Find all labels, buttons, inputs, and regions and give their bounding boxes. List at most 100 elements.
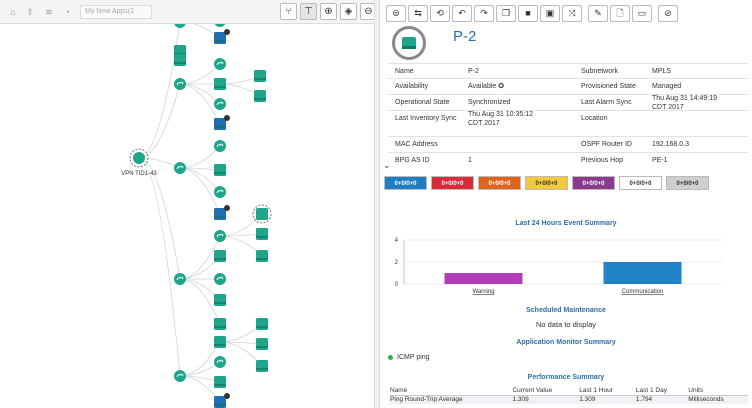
table-cell: 1.309 (579, 395, 636, 404)
shuffle-icon[interactable]: ⤨ (562, 5, 582, 22)
router-node-icon[interactable] (256, 318, 268, 330)
topology-canvas[interactable]: VPN TID1-43 (0, 24, 374, 408)
zoom-in-icon[interactable]: ⊕ (320, 3, 337, 20)
property-label: Last Alarm Sync (581, 99, 632, 106)
cloud-node-icon[interactable] (214, 98, 226, 110)
router-node-icon[interactable] (256, 228, 268, 240)
router-node-icon[interactable] (256, 338, 268, 350)
app-window: ⌂ ⇪ ≋ ◔ My New Apps(2 ⑂ ⊤ ⊕ ◈ ⊖ VPN TID1-43 … (0, 0, 752, 408)
performance-header-row: Name Current Value Last 1 Hour Last 1 Da… (390, 386, 748, 396)
router-node-icon[interactable] (214, 294, 226, 306)
severity-counts: 0+0/0+0 0+0/0+0 0+0/0+0 0+0/0+0 0+0/0+0 0+0/0… (384, 176, 748, 191)
sync-icon[interactable]: ⇆ (408, 5, 428, 22)
app-monitor-item[interactable]: ICMP ping (388, 354, 430, 361)
blue-router-icon[interactable] (214, 393, 230, 408)
refresh-icon[interactable]: ⟲ (430, 5, 450, 22)
property-label: Provisioned State (581, 83, 636, 90)
app-select[interactable]: My New Apps(2 (80, 5, 152, 19)
blue-router-icon[interactable] (214, 205, 230, 220)
router-node-icon[interactable] (174, 54, 186, 66)
topology-link (138, 24, 181, 159)
severity-count-badge[interactable]: 0+0/0+0 (572, 176, 615, 190)
topology-link (219, 233, 263, 237)
severity-count-badge[interactable]: 0+0/0+0 (525, 176, 568, 190)
wifi-icon[interactable]: ≋ (42, 5, 56, 19)
router-node-icon[interactable] (254, 70, 266, 82)
table-row[interactable]: Ping Round-Trip Average 1.309 1.309 1.79… (390, 395, 748, 404)
attach-icon[interactable]: ⊘ (658, 5, 678, 22)
bar[interactable] (444, 273, 523, 284)
stop-icon[interactable]: ■ (518, 5, 538, 22)
column-header: Last 1 Day (635, 386, 689, 396)
table-cell: 1.794 (635, 395, 689, 404)
clock-icon[interactable]: ◔ (60, 5, 74, 19)
selected-router-node[interactable] (252, 204, 272, 224)
router-node-icon[interactable] (214, 376, 226, 388)
undo-icon[interactable]: ↶ (452, 5, 472, 22)
router-icon (392, 26, 426, 60)
action-toolbar: ⊜ ⇆ ⟲ ↶ ↷ ❐ ■ ▣ ⤨ ✎ 🗋 ▭ ⊘ (380, 0, 752, 24)
divider (388, 63, 748, 64)
upload-icon[interactable]: ⇪ (23, 5, 37, 19)
property-value: MPLS (652, 68, 672, 75)
center-icon[interactable]: ◈ (340, 3, 357, 20)
property-value: CDT 2017 (468, 120, 500, 127)
divider (388, 136, 748, 137)
y-tick-label: 4 (395, 238, 399, 244)
topology-link (219, 235, 263, 257)
device-title: P-2 (453, 28, 477, 45)
edit-icon[interactable]: ✎ (588, 5, 608, 22)
fork-icon[interactable]: ⑂ (280, 3, 297, 20)
cloud-node-icon[interactable] (174, 370, 186, 382)
severity-count-badge[interactable]: 0+0/0+0 (478, 176, 521, 190)
delete-icon[interactable]: ▣ (540, 5, 560, 22)
app-monitor-item-label: ICMP ping (397, 354, 430, 361)
topology-nodes (129, 24, 272, 408)
divider (388, 152, 748, 153)
expand-icon[interactable]: ⊜ (386, 5, 406, 22)
cloud-node-icon[interactable] (214, 58, 226, 70)
home-icon[interactable]: ⌂ (6, 5, 20, 19)
cloud-node-icon[interactable] (174, 24, 186, 28)
document-icon[interactable]: 🗋 (610, 5, 630, 22)
property-value: P-2 (468, 68, 479, 75)
column-header: Units (688, 386, 748, 396)
redo-icon[interactable]: ↷ (474, 5, 494, 22)
router-node-icon[interactable] (214, 250, 226, 262)
cloud-node-icon[interactable] (214, 356, 226, 368)
topology-links (138, 24, 263, 403)
property-label: MAC Address (395, 141, 438, 148)
copy-icon[interactable]: ❐ (496, 5, 516, 22)
cloud-node-icon[interactable] (214, 24, 226, 27)
laptop-icon[interactable]: ▭ (632, 5, 652, 22)
collapse-chevron-icon[interactable]: ⌄ (383, 160, 391, 171)
router-node-icon[interactable] (254, 90, 266, 102)
cloud-node-icon[interactable] (174, 273, 186, 285)
router-node-icon[interactable] (256, 250, 268, 262)
router-node-icon[interactable] (214, 318, 226, 330)
cloud-node-icon[interactable] (214, 186, 226, 198)
cloud-node-icon[interactable] (214, 273, 226, 285)
property-label: Location (581, 115, 608, 122)
router-node-icon[interactable] (256, 360, 268, 372)
bar[interactable] (603, 262, 682, 284)
hierarchy-icon[interactable]: ⊤ (300, 3, 317, 20)
topology-toolbar: ⌂ ⇪ ≋ ◔ My New Apps(2 ⑂ ⊤ ⊕ ◈ ⊖ (0, 0, 374, 24)
router-node-icon[interactable] (214, 78, 226, 90)
table-cell: Ping Round-Trip Average (390, 395, 513, 404)
severity-count-badge[interactable]: 0+0/0+0 (619, 176, 662, 190)
cloud-node-icon[interactable] (214, 140, 226, 152)
topology-link (219, 323, 263, 343)
topology-link (179, 167, 221, 215)
blue-router-icon[interactable] (214, 29, 230, 44)
router-node-icon[interactable] (214, 164, 226, 176)
cloud-node-icon[interactable] (174, 78, 186, 90)
router-node-icon[interactable] (214, 336, 226, 348)
property-value: Synchronized (468, 99, 511, 106)
severity-count-badge[interactable]: 0+0/0+0 (431, 176, 474, 190)
cloud-node-icon[interactable] (214, 230, 226, 242)
zoom-out-icon[interactable]: ⊖ (360, 3, 374, 20)
cloud-node-icon[interactable] (174, 162, 186, 174)
severity-count-badge[interactable]: 0+0/0+0 (666, 176, 709, 190)
severity-count-badge[interactable]: 0+0/0+0 (384, 176, 427, 190)
